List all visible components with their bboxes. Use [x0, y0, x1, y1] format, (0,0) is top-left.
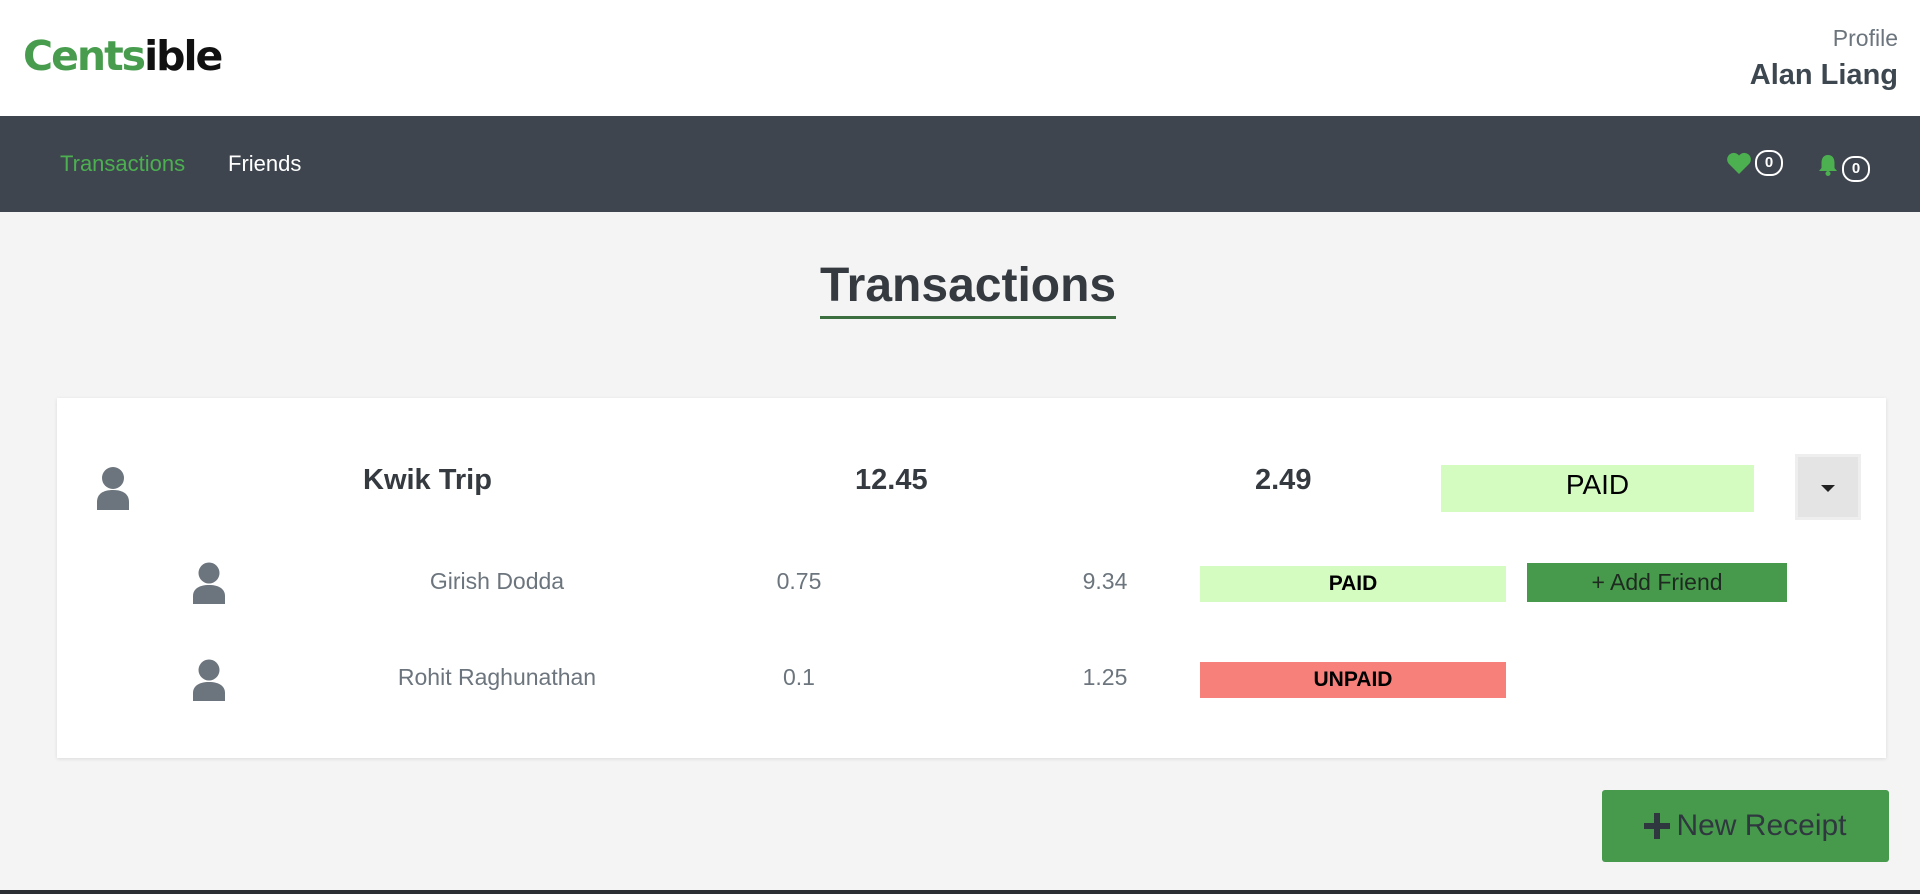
transaction-total: 12.45	[855, 464, 928, 496]
new-receipt-label: New Receipt	[1676, 809, 1847, 842]
user-avatar-icon	[97, 467, 129, 510]
logo-part-2: ible	[144, 32, 223, 80]
transaction-card: Kwik Trip 12.45 2.49 PAID Girish Dodda 0…	[57, 398, 1886, 758]
bell-icon	[1819, 155, 1837, 176]
profile-label: Profile	[1832, 25, 1898, 51]
notifications-button[interactable]: 0	[1817, 150, 1870, 182]
transaction-name: Kwik Trip	[363, 464, 492, 496]
new-receipt-button[interactable]: New Receipt	[1602, 790, 1889, 862]
heart-icon	[1727, 152, 1751, 174]
expand-dropdown-button[interactable]	[1795, 454, 1861, 520]
notifications-count-badge: 0	[1842, 156, 1870, 182]
participant-avatar-icon	[193, 659, 225, 701]
profile-menu[interactable]: Profile Alan Liang	[1750, 24, 1898, 94]
bottom-edge	[0, 890, 1920, 894]
app-header: Centsible Profile Alan Liang	[0, 0, 1920, 116]
main-navbar: Transactions Friends 0 0	[0, 116, 1920, 212]
page-title: Transactions	[820, 256, 1117, 319]
nav-transactions[interactable]: Transactions	[60, 150, 185, 178]
participant-percent: 1.25	[1082, 664, 1128, 690]
nav-friends[interactable]: Friends	[228, 150, 301, 178]
likes-button[interactable]: 0	[1726, 150, 1783, 176]
add-friend-button[interactable]: + Add Friend	[1527, 563, 1787, 602]
transaction-my-share: 2.49	[1255, 464, 1312, 496]
likes-count-badge: 0	[1755, 150, 1783, 176]
participant-amount: 0.1	[783, 664, 815, 690]
participant-avatar-icon	[193, 562, 225, 604]
participant-status-badge: UNPAID	[1200, 662, 1506, 698]
participant-amount: 0.75	[776, 568, 822, 594]
caret-down-icon	[1821, 485, 1835, 492]
participant-name: Rohit Raghunathan	[397, 664, 597, 690]
transaction-status-badge: PAID	[1441, 465, 1754, 512]
centsible-logo[interactable]: Centsible	[23, 30, 223, 82]
plus-icon	[1644, 813, 1671, 839]
participant-name: Girish Dodda	[429, 568, 565, 594]
profile-name: Alan Liang	[1749, 59, 1898, 91]
participant-percent: 9.34	[1082, 568, 1128, 594]
logo-part-1: Cents	[23, 32, 146, 80]
participant-status-badge: PAID	[1200, 566, 1506, 602]
